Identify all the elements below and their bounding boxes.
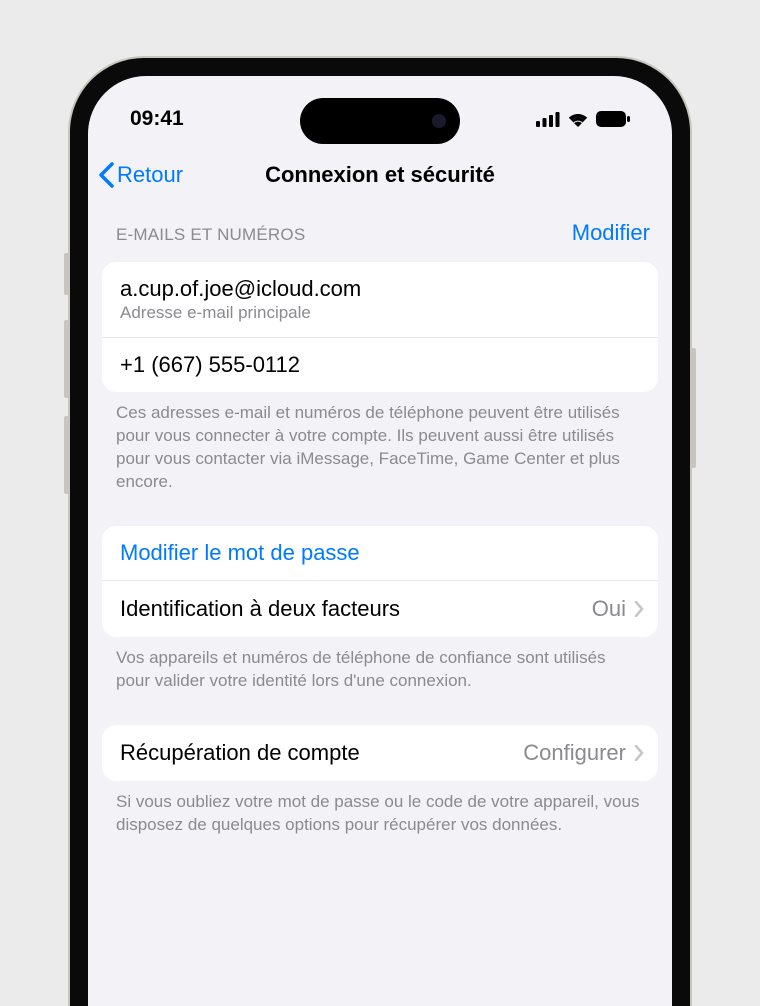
- chevron-right-icon: [634, 745, 644, 761]
- emails-footer: Ces adresses e-mail et numéros de téléph…: [88, 392, 672, 494]
- primary-email-row[interactable]: a.cup.of.joe@icloud.com Adresse e-mail p…: [102, 262, 658, 338]
- password-card: Modifier le mot de passe Identification …: [102, 526, 658, 637]
- screen: 09:41: [88, 76, 672, 1006]
- two-factor-row[interactable]: Identification à deux facteurs Oui: [102, 581, 658, 637]
- primary-email-label: Adresse e-mail principale: [120, 303, 640, 323]
- recovery-footer: Si vous oubliez votre mot de passe ou le…: [88, 781, 672, 837]
- account-recovery-row[interactable]: Récupération de compte Configurer: [102, 725, 658, 781]
- edit-button[interactable]: Modifier: [572, 220, 650, 246]
- chevron-right-icon: [634, 601, 644, 617]
- emails-section-header: E-MAILS ET NUMÉROS: [116, 225, 305, 245]
- battery-icon: [596, 111, 630, 127]
- phone-value: +1 (667) 555-0112: [120, 352, 640, 378]
- change-password-label: Modifier le mot de passe: [120, 540, 640, 566]
- two-factor-label: Identification à deux facteurs: [120, 596, 400, 622]
- status-time: 09:41: [130, 107, 184, 131]
- phone-frame: 09:41: [70, 58, 690, 1006]
- primary-email-value: a.cup.of.joe@icloud.com: [120, 276, 640, 302]
- recovery-card: Récupération de compte Configurer: [102, 725, 658, 781]
- page-title: Connexion et sécurité: [265, 162, 495, 188]
- change-password-row[interactable]: Modifier le mot de passe: [102, 526, 658, 581]
- two-factor-value: Oui: [592, 596, 626, 622]
- camera-icon: [432, 114, 446, 128]
- account-recovery-label: Récupération de compte: [120, 740, 360, 766]
- phone-row[interactable]: +1 (667) 555-0112: [102, 338, 658, 392]
- back-label: Retour: [117, 162, 183, 188]
- emails-card: a.cup.of.joe@icloud.com Adresse e-mail p…: [102, 262, 658, 392]
- account-recovery-value: Configurer: [523, 740, 626, 766]
- cellular-icon: [536, 112, 560, 127]
- chevron-left-icon: [98, 162, 115, 188]
- nav-bar: Retour Connexion et sécurité: [88, 152, 672, 202]
- dynamic-island: [300, 98, 460, 144]
- back-button[interactable]: Retour: [98, 162, 183, 188]
- wifi-icon: [567, 111, 589, 127]
- two-factor-footer: Vos appareils et numéros de téléphone de…: [88, 637, 672, 693]
